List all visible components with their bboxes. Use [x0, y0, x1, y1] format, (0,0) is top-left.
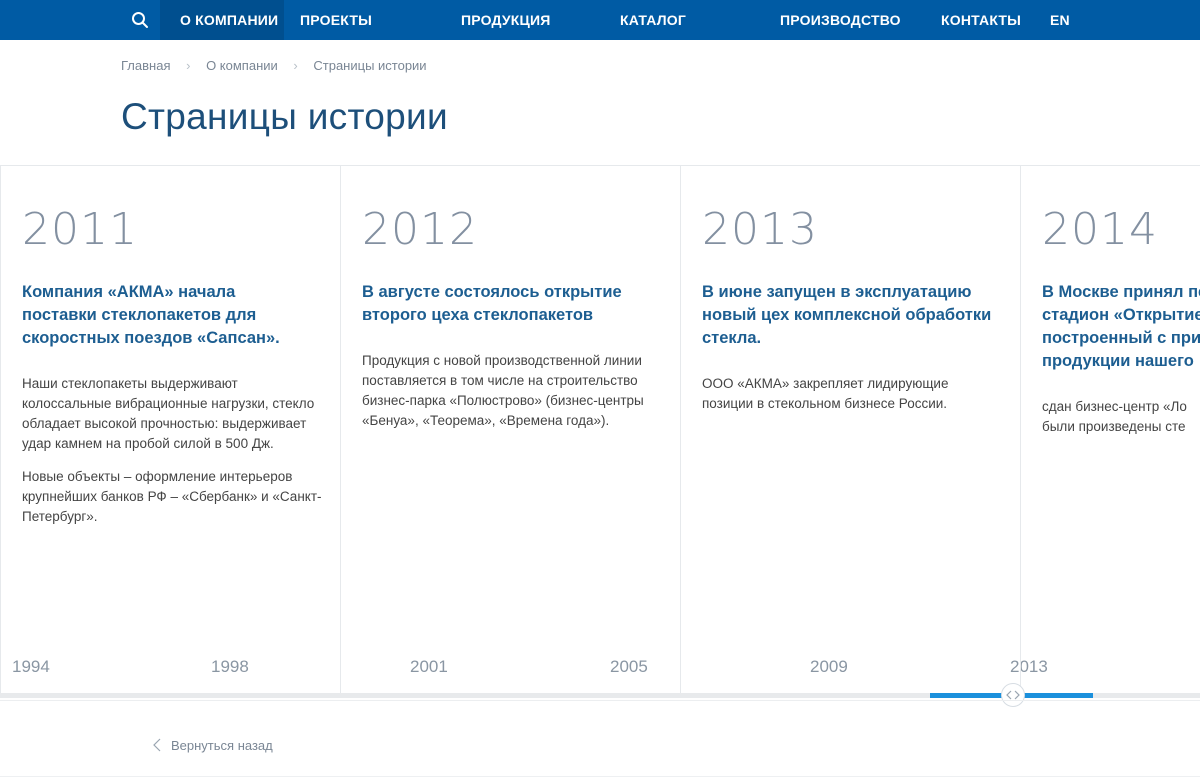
timeline-scale-label[interactable]: 1998: [211, 657, 249, 677]
card-year: 2012: [362, 204, 478, 255]
timeline-card-2012: 2012 В августе состоялось открытие второ…: [340, 166, 679, 696]
nav-item-projects[interactable]: ПРОЕКТЫ: [300, 0, 372, 40]
card-body: сдан бизнес-центр «Ло были произведены с…: [1042, 397, 1200, 450]
breadcrumb-current: Страницы истории: [313, 58, 427, 73]
card-heading: В июне запущен в эксплуатацию новый цех …: [702, 283, 992, 347]
card-paragraph: Продукция с новой производственной линии…: [362, 353, 644, 428]
footer-divider: [0, 776, 1200, 777]
breadcrumb-separator-icon: ›: [186, 58, 191, 73]
card-paragraph: сдан бизнес-центр «Ло были произведены с…: [1042, 399, 1187, 434]
nav-item-products[interactable]: ПРОДУКЦИЯ: [461, 0, 550, 40]
card-year: 2013: [702, 204, 818, 255]
card-year: 2011: [22, 204, 138, 255]
card-heading: В Москве принял пе стадион «Открытие пос…: [1042, 283, 1200, 370]
card-heading: В августе состоялось открытие второго це…: [362, 283, 622, 324]
card-paragraph: Новые объекты – оформление интерьеров кр…: [22, 469, 322, 524]
back-link[interactable]: Вернуться назад: [153, 738, 273, 753]
section-divider: [0, 700, 1200, 701]
timeline-scroll-handle[interactable]: [1001, 683, 1025, 707]
card-paragraph: Наши стеклопакеты выдерживают колоссальн…: [22, 376, 315, 451]
nav-item-contacts[interactable]: КОНТАКТЫ: [941, 0, 1021, 40]
card-year: 2014: [1042, 204, 1158, 255]
nav-item-about[interactable]: О КОМПАНИИ: [180, 0, 278, 40]
timeline-scale-label[interactable]: 2009: [810, 657, 848, 677]
card-body: ООО «АКМА» закрепляет лидирующие позиции…: [702, 374, 1002, 427]
card-body: Наши стеклопакеты выдерживают колоссальн…: [22, 374, 322, 540]
page-title: Страницы истории: [121, 96, 448, 137]
breadcrumb: Главная › О компании › Страницы истории: [121, 58, 427, 73]
card-paragraph: ООО «АКМА» закрепляет лидирующие позиции…: [702, 376, 949, 411]
breadcrumb-about[interactable]: О компании: [206, 58, 278, 73]
back-link-label: Вернуться назад: [171, 738, 273, 753]
nav-item-language[interactable]: EN: [1050, 0, 1070, 40]
search-button[interactable]: [120, 0, 160, 40]
history-timeline[interactable]: 2011 Компания «АКМА» начала поставки сте…: [0, 165, 1200, 696]
breadcrumb-separator-icon: ›: [293, 58, 298, 73]
chevron-left-icon: [153, 738, 161, 753]
top-navigation: О КОМПАНИИ ПРОЕКТЫ ПРОДУКЦИЯ КАТАЛОГ ПРО…: [0, 0, 1200, 40]
timeline-scale-label[interactable]: 2005: [610, 657, 648, 677]
timeline-card-2011: 2011 Компания «АКМА» начала поставки сте…: [0, 166, 339, 696]
nav-item-catalog[interactable]: КАТАЛОГ: [620, 0, 686, 40]
nav-item-production[interactable]: ПРОИЗВОДСТВО: [780, 0, 901, 40]
card-body: Продукция с новой производственной линии…: [362, 351, 662, 444]
card-heading: Компания «АКМА» начала поставки стеклопа…: [22, 283, 280, 347]
timeline-scale-label[interactable]: 2001: [410, 657, 448, 677]
chevrons-left-right-icon: [1006, 690, 1020, 700]
timeline-card-2014: 2014 В Москве принял пе стадион «Открыти…: [1020, 166, 1200, 696]
breadcrumb-home[interactable]: Главная: [121, 58, 170, 73]
timeline-scale-label[interactable]: 1994: [12, 657, 50, 677]
timeline-card-2013: 2013 В июне запущен в эксплуатацию новый…: [680, 166, 1048, 696]
search-icon: [132, 12, 148, 28]
